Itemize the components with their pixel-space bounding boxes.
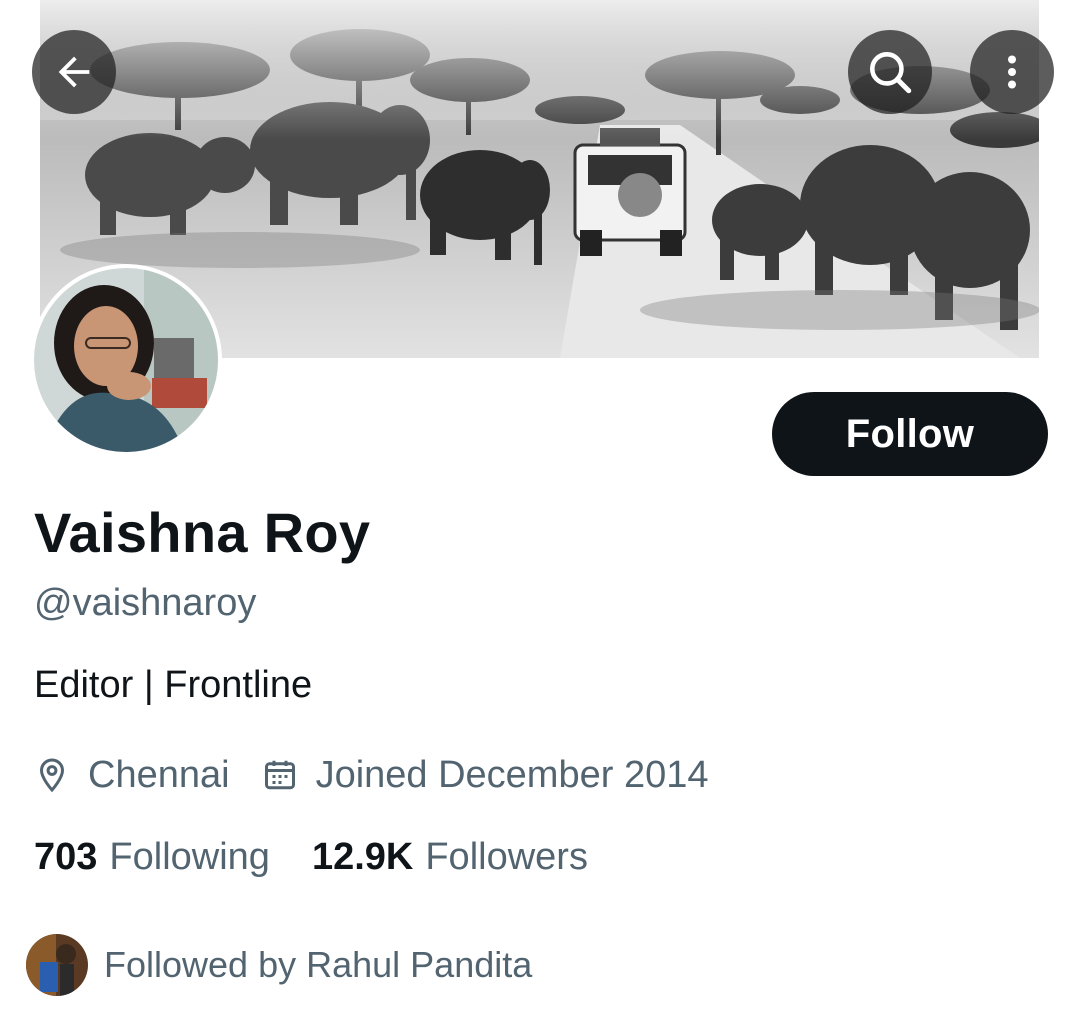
followed-by-row[interactable]: Followed by Rahul Pandita [26,934,532,996]
following-label: Following [109,836,270,878]
location-text: Chennai [88,753,230,796]
following-link[interactable]: 703 Following [34,836,270,879]
arrow-left-icon [58,56,90,88]
profile-bio: Editor | Frontline [34,664,313,706]
followed-by-text: Followed by Rahul Pandita [104,944,533,985]
followers-count: 12.9K [311,836,414,878]
search-icon [870,52,912,94]
followers-link[interactable]: 12.9K Followers [312,836,588,879]
joined-date-text: Joined December 2014 [315,753,709,796]
joined-item: Joined December 2014 [262,753,709,797]
search-button[interactable] [848,30,932,114]
follow-button[interactable]: Follow [772,392,1048,476]
profile-avatar[interactable] [30,264,222,456]
more-vertical-icon [1008,55,1016,89]
location-pin-icon [39,758,65,793]
location-item: Chennai [34,754,230,797]
back-button[interactable] [32,30,116,114]
calendar-icon [264,760,295,790]
more-options-button[interactable] [970,30,1054,114]
following-count: 703 [34,836,98,878]
profile-handle: @vaishnaroy [34,582,257,624]
follower-avatar [26,934,88,996]
profile-name: Vaishna Roy [34,501,371,564]
profile-meta-row: Chennai Joined December 2014 [34,752,708,798]
followers-label: Followers [425,836,588,878]
follow-counts: 703 Following 12.9K Followers [34,836,588,879]
